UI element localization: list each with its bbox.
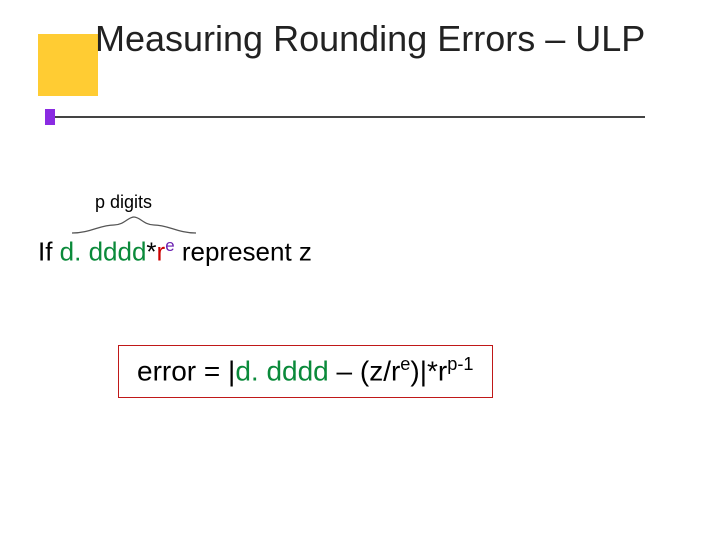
curly-brace-icon [70, 215, 198, 235]
formula-mantissa: d. dddd [235, 355, 328, 386]
error-eq-text: error = | [137, 355, 235, 386]
title-divider-line [45, 116, 645, 118]
error-formula-box: error = |d. dddd – (z/re)|*rp-1 [118, 345, 493, 398]
p-digits-label: p digits [95, 192, 152, 213]
title-accent-tick [45, 109, 55, 125]
exponent-e: e [165, 236, 174, 255]
slide-title: Measuring Rounding Errors – ULP [95, 18, 645, 59]
represent-text: represent z [175, 237, 312, 267]
asterisk-text: * [146, 237, 156, 267]
mantissa-text: d. dddd [60, 237, 147, 267]
radix-text: r [157, 237, 166, 267]
if-text: If [38, 237, 60, 267]
formula-exp-e: e [400, 354, 410, 374]
formula-close: )|*r [410, 355, 447, 386]
title-accent-block [38, 34, 98, 96]
formula-mid: – (z/r [329, 355, 401, 386]
formula-exp-p1: p-1 [447, 354, 473, 374]
representation-line: If d. dddd*re represent z [38, 236, 312, 268]
